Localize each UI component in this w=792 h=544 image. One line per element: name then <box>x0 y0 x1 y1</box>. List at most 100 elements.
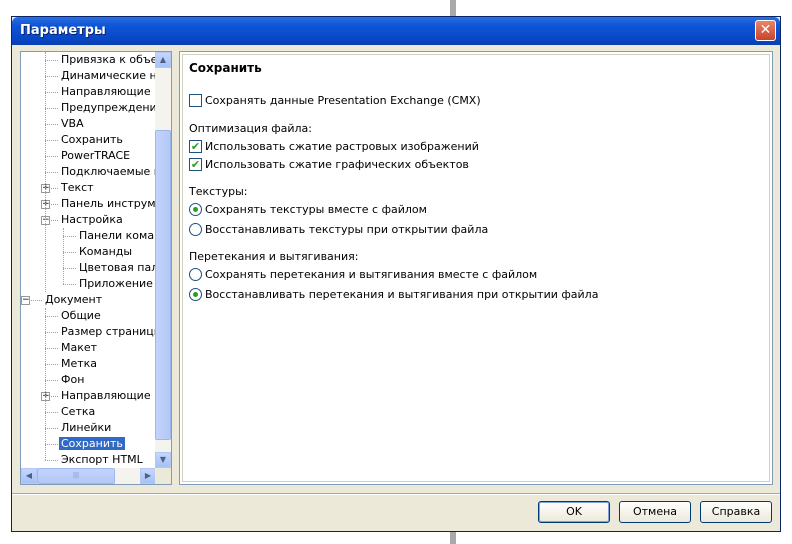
tree-item-label: Цветовая палитра <box>79 261 156 274</box>
checkmark-icon[interactable]: ✔ <box>189 157 202 171</box>
tree-item[interactable]: Предупреждения <box>59 100 156 116</box>
textures-group-label: Текстуры: <box>189 185 248 198</box>
tree-item-label: Сохранить <box>61 133 123 146</box>
scroll-down-button[interactable]: ▼ <box>155 452 171 468</box>
tree-item[interactable]: Сохранить <box>59 132 125 148</box>
radio-selected-icon[interactable] <box>189 287 202 301</box>
button-separator <box>12 493 780 495</box>
radio-icon[interactable] <box>189 267 202 281</box>
optimization-group-label: Оптимизация файла: <box>189 122 312 135</box>
tree-item[interactable]: Линейки <box>59 420 113 436</box>
tree-item-label: Команды <box>79 245 133 258</box>
graphic-compress-checkbox[interactable]: ✔ Использовать сжатие графических объекто… <box>189 157 469 173</box>
arrow-right-icon: ▶ <box>144 471 152 480</box>
arrow-left-icon: ◀ <box>25 471 33 480</box>
settings-panel-frame: Сохранить Сохранять данные Presentation … <box>182 54 770 482</box>
tree-item[interactable]: Фон <box>59 372 86 388</box>
tree-item-label: Панели команд <box>79 229 156 242</box>
radio-selected-icon[interactable] <box>189 202 202 216</box>
panel-title: Сохранить <box>189 61 262 75</box>
tree-item[interactable]: Макет <box>59 340 99 356</box>
scroll-thumb[interactable] <box>155 130 171 440</box>
radio-icon[interactable] <box>189 222 202 236</box>
tree-guide-line <box>45 308 47 460</box>
tree-item[interactable]: Направляющие <box>59 84 153 100</box>
tree-item-label: Подключаемые модули <box>61 165 156 178</box>
grip-icon: ||| <box>72 472 80 479</box>
bitmap-compress-label: Использовать сжатие растровых изображени… <box>205 140 479 153</box>
textures-save-label: Сохранять текстуры вместе с файлом <box>205 203 427 216</box>
blends-restore-radio[interactable]: Восстанавливать перетекания и вытягивани… <box>189 287 598 303</box>
blends-save-radio[interactable]: Сохранять перетекания и вытягивания вмес… <box>189 267 537 283</box>
tree-item-label: Предупреждения <box>61 101 156 114</box>
blends-group-label: Перетекания и вытягивания: <box>189 250 359 263</box>
tree-item[interactable]: PowerTRACE <box>59 148 132 164</box>
tree-item[interactable]: Приложение <box>77 276 155 292</box>
tree-item[interactable]: Подключаемые модули <box>59 164 156 180</box>
tree-item[interactable]: Панель инструментов <box>59 196 156 212</box>
horizontal-scroll-thumb[interactable]: ||| <box>37 468 115 484</box>
tree-item[interactable]: Привязка к объектам <box>59 52 156 68</box>
ok-button[interactable]: OK <box>538 501 610 523</box>
tree-item[interactable]: Метка <box>59 356 99 372</box>
bitmap-compress-checkbox[interactable]: ✔ Использовать сжатие растровых изображен… <box>189 139 479 155</box>
cmx-checkbox[interactable]: Сохранять данные Presentation Exchange (… <box>189 93 481 109</box>
close-icon: ✕ <box>759 22 772 38</box>
cancel-button[interactable]: Отмена <box>619 501 691 523</box>
tree-item[interactable]: Цветовая палитра <box>77 260 156 276</box>
scroll-right-button[interactable]: ▶ <box>140 468 156 484</box>
tree-item[interactable]: Размер страницы <box>59 324 156 340</box>
tree-item[interactable]: Сохранить <box>59 436 125 452</box>
tree-guide-line <box>63 228 65 284</box>
scroll-left-button[interactable]: ◀ <box>21 468 37 484</box>
tree-item-label: Экспорт HTML <box>61 453 143 466</box>
tree-item-label: Направляющие <box>61 389 151 402</box>
scroll-up-button[interactable]: ▲ <box>155 52 171 68</box>
tree-item-label: Общие <box>61 309 101 322</box>
checkmark-icon[interactable]: ✔ <box>189 139 202 153</box>
window-title: Параметры <box>20 23 106 38</box>
tree-item-label: Сетка <box>61 405 96 418</box>
help-button[interactable]: Справка <box>700 501 772 523</box>
tree-item[interactable]: Текст <box>59 180 96 196</box>
tree-vertical-scrollbar[interactable]: ▲ ▼ <box>155 52 171 468</box>
options-tree: Привязка к объектам Динамические направля… <box>20 51 172 485</box>
graphic-compress-label: Использовать сжатие графических объектов <box>205 158 469 171</box>
tree-item[interactable]: VBA <box>59 116 86 132</box>
textures-save-radio[interactable]: Сохранять текстуры вместе с файлом <box>189 202 427 218</box>
checkbox-box[interactable] <box>189 93 202 107</box>
cmx-checkbox-label: Сохранять данные Presentation Exchange (… <box>205 94 481 107</box>
tree-item-label: VBA <box>61 117 84 130</box>
tree-item[interactable]: Сетка <box>59 404 97 420</box>
tree-item-label: Макет <box>61 341 98 354</box>
tree-item-label: Панель инструментов <box>61 197 156 210</box>
tree-item-label: Приложение <box>79 277 153 290</box>
tree-item[interactable]: Общие <box>59 308 103 324</box>
tree-item-label: PowerTRACE <box>61 149 131 162</box>
arrow-down-icon: ▼ <box>159 455 167 464</box>
textures-restore-radio[interactable]: Восстанавливать текстуры при открытии фа… <box>189 222 488 238</box>
tree-item-label: Привязка к объектам <box>61 53 156 66</box>
tree-item[interactable]: Документ <box>43 292 104 308</box>
tree-item-label: Документ <box>45 293 103 306</box>
blends-save-label: Сохранять перетекания и вытягивания вмес… <box>205 268 538 281</box>
tree-guide-line <box>45 52 47 292</box>
tree-item[interactable]: Команды <box>77 244 134 260</box>
tree-item-label: Линейки <box>61 421 112 434</box>
tree-item[interactable]: Экспорт HTML <box>59 452 145 468</box>
tree-item-label: Настройка <box>61 213 123 226</box>
collapse-icon[interactable]: − <box>21 296 30 305</box>
scrollbar-corner <box>155 468 171 484</box>
tree-item[interactable]: Настройка <box>59 212 125 228</box>
tree-viewport: Привязка к объектам Динамические направля… <box>21 52 156 468</box>
tree-item-label: Размер страницы <box>61 325 156 338</box>
tree-item[interactable]: Направляющие <box>59 388 153 404</box>
title-bar[interactable]: Параметры ✕ <box>12 17 780 45</box>
tree-horizontal-scrollbar[interactable]: ◀ ||| ▶ <box>21 468 156 484</box>
settings-panel: Сохранить Сохранять данные Presentation … <box>179 51 773 485</box>
tree-item-label: Метка <box>61 357 98 370</box>
textures-restore-label: Восстанавливать текстуры при открытии фа… <box>205 223 489 236</box>
tree-item[interactable]: Панели команд <box>77 228 156 244</box>
close-button[interactable]: ✕ <box>755 20 776 41</box>
tree-item[interactable]: Динамические направляющие <box>59 68 156 84</box>
